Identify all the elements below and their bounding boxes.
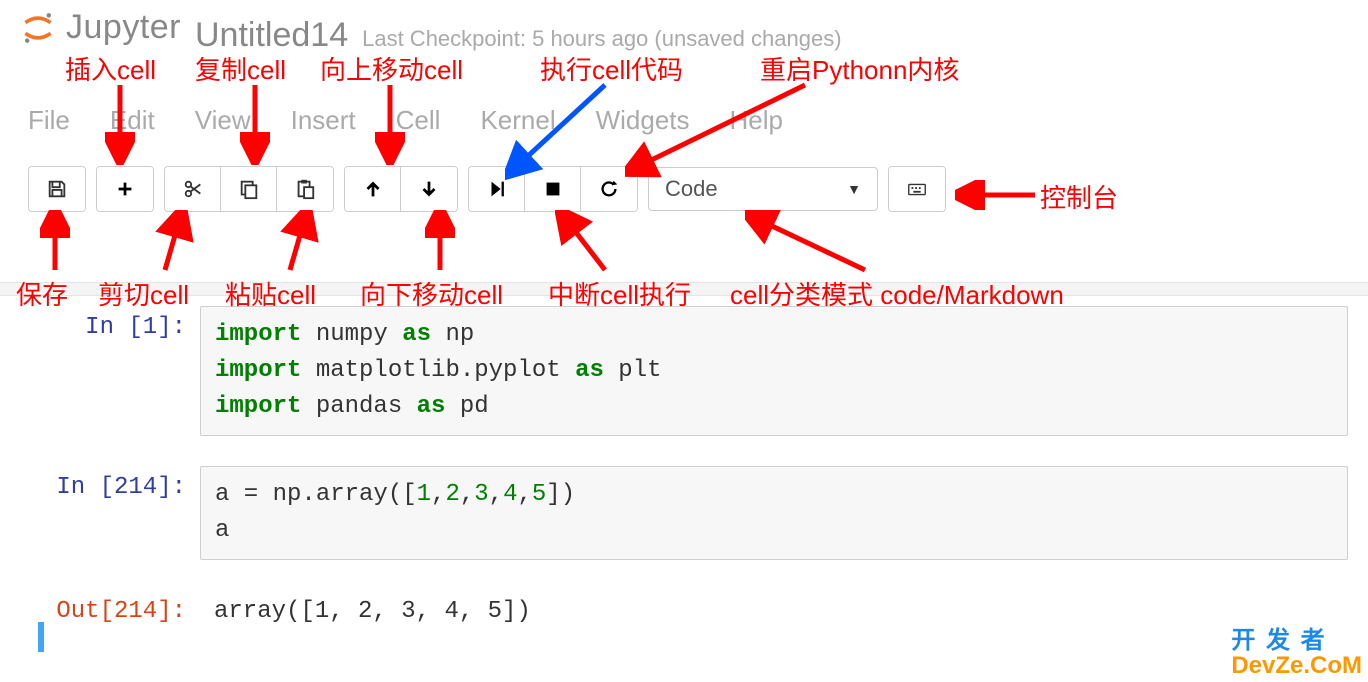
annot-console: 控制台 [1040,178,1118,215]
notebook-header: Jupyter Untitled14 Last Checkpoint: 5 ho… [0,0,1368,55]
annot-paste-cell: 粘贴cell [225,275,316,312]
code-cell[interactable]: In [214]: a = np.array([1,2,3,4,5]) a [20,466,1348,560]
move-down-button[interactable] [401,167,457,211]
annot-restart-kernel: 重启Pythonn内核 [760,50,959,87]
arrow-up-icon [362,178,384,200]
annot-save: 保存 [16,275,68,312]
command-palette-button[interactable] [889,167,945,211]
checkpoint-text: Last Checkpoint: 5 hours ago (unsaved ch… [362,26,841,52]
insert-cell-button[interactable] [97,167,153,211]
stop-icon [542,178,564,200]
paste-icon [294,178,316,200]
out-prompt: Out[214]: [20,590,200,633]
annot-interrupt: 中断cell执行 [548,275,691,312]
save-icon [46,178,68,200]
menu-insert[interactable]: Insert [291,105,356,136]
in-prompt: In [1]: [20,306,200,436]
caret-down-icon: ▼ [847,181,861,197]
code-input[interactable]: a = np.array([1,2,3,4,5]) a [200,466,1348,560]
arrow-cut [150,210,200,280]
jupyter-logo-icon [20,10,56,46]
annot-cut-cell: 剪切cell [98,275,189,312]
arrow-movedown [425,210,455,280]
cell-selection-indicator [38,622,44,652]
annot-move-down: 向下移动cell [360,275,503,312]
cut-button[interactable] [165,167,221,211]
arrow-moveup [375,80,405,165]
notebook-title[interactable]: Untitled14 [195,16,348,55]
notebook-cells: In [1]: import numpy as np import matplo… [0,296,1368,633]
scissors-icon [182,178,204,200]
keyboard-icon [906,178,928,200]
arrow-down-icon [418,178,440,200]
arrow-insert [105,80,135,165]
arrow-save [40,210,70,280]
plus-icon [114,178,136,200]
arrow-celltype [745,210,885,280]
cell-output: array([1, 2, 3, 4, 5]) [200,590,1348,633]
menu-file[interactable]: File [28,105,70,136]
in-prompt: In [214]: [20,466,200,560]
move-up-button[interactable] [345,167,401,211]
arrow-run [505,80,625,180]
code-input[interactable]: import numpy as np import matplotlib.pyp… [200,306,1348,436]
arrow-restart [625,80,825,180]
restart-icon [598,178,620,200]
logo-wrap: Jupyter [20,8,181,47]
arrow-paste [275,210,325,280]
watermark: 开 发 者 DevZe.CoM [1231,628,1362,678]
copy-icon [238,178,260,200]
arrow-console [955,180,1045,210]
arrow-copy [240,80,270,165]
copy-button[interactable] [221,167,277,211]
paste-button[interactable] [277,167,333,211]
annot-move-up: 向上移动cell [320,50,463,87]
annot-insert-cell: 插入cell [65,50,156,87]
arrow-interrupt [555,210,625,280]
brand-text: Jupyter [66,8,181,47]
annot-cell-type-mode: cell分类模式 code/Markdown [730,275,1064,312]
run-icon [486,178,508,200]
code-cell[interactable]: In [1]: import numpy as np import matplo… [20,306,1348,436]
output-cell: Out[214]: array([1, 2, 3, 4, 5]) [20,590,1348,633]
save-button[interactable] [29,167,85,211]
annot-run-cell: 执行cell代码 [540,50,683,87]
annot-copy-cell: 复制cell [195,50,286,87]
